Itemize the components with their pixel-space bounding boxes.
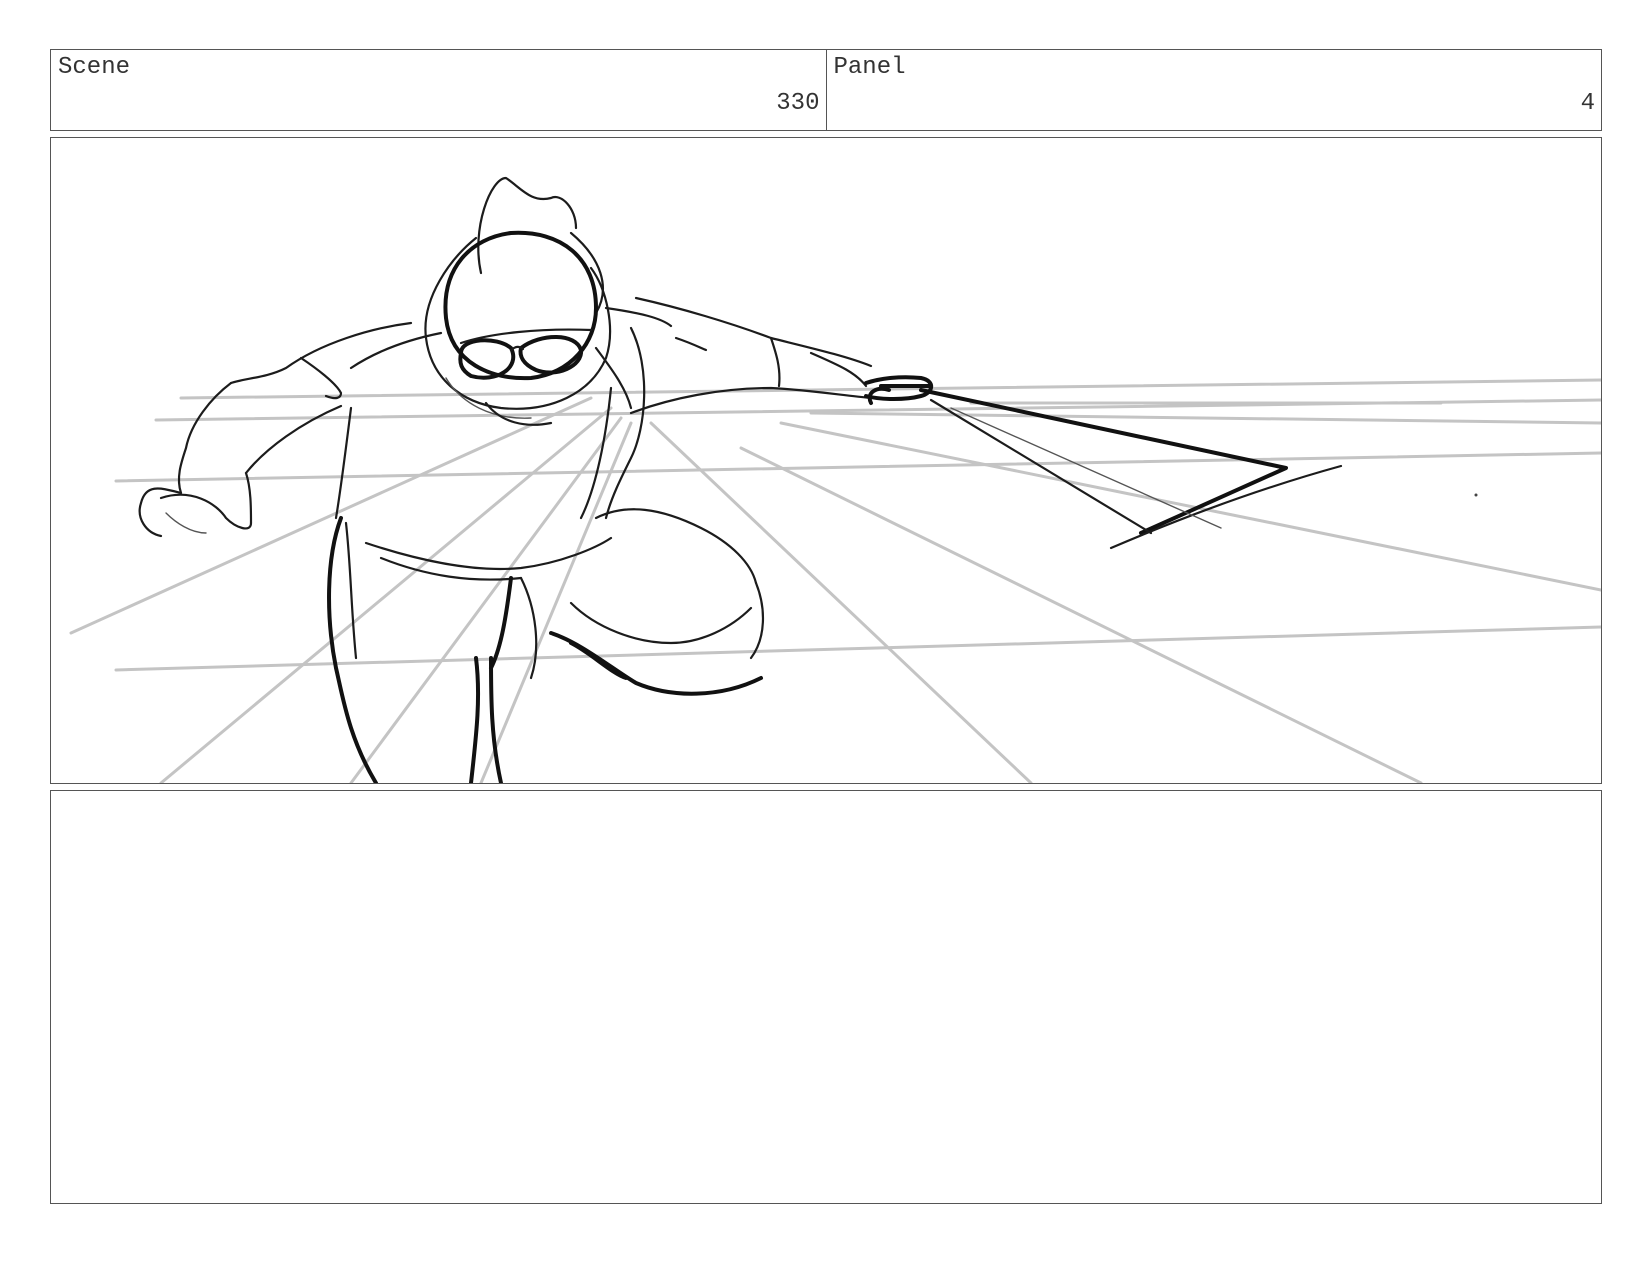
storyboard-header: Scene 330 Panel 4 bbox=[50, 49, 1602, 131]
notes-box bbox=[50, 790, 1602, 1204]
scene-number: 330 bbox=[776, 90, 820, 117]
perspective-guides bbox=[69, 378, 1601, 783]
scene-cell: Scene 330 bbox=[51, 50, 827, 130]
panel-cell: Panel 4 bbox=[827, 50, 1602, 130]
scene-label: Scene bbox=[58, 54, 131, 81]
panel-label: Panel bbox=[833, 54, 906, 81]
character-figure bbox=[138, 176, 1343, 783]
pencil-sketch bbox=[69, 176, 1601, 783]
panel-number: 4 bbox=[1580, 90, 1595, 117]
storyboard-frame bbox=[50, 137, 1602, 784]
sketch-speck bbox=[1474, 493, 1478, 497]
